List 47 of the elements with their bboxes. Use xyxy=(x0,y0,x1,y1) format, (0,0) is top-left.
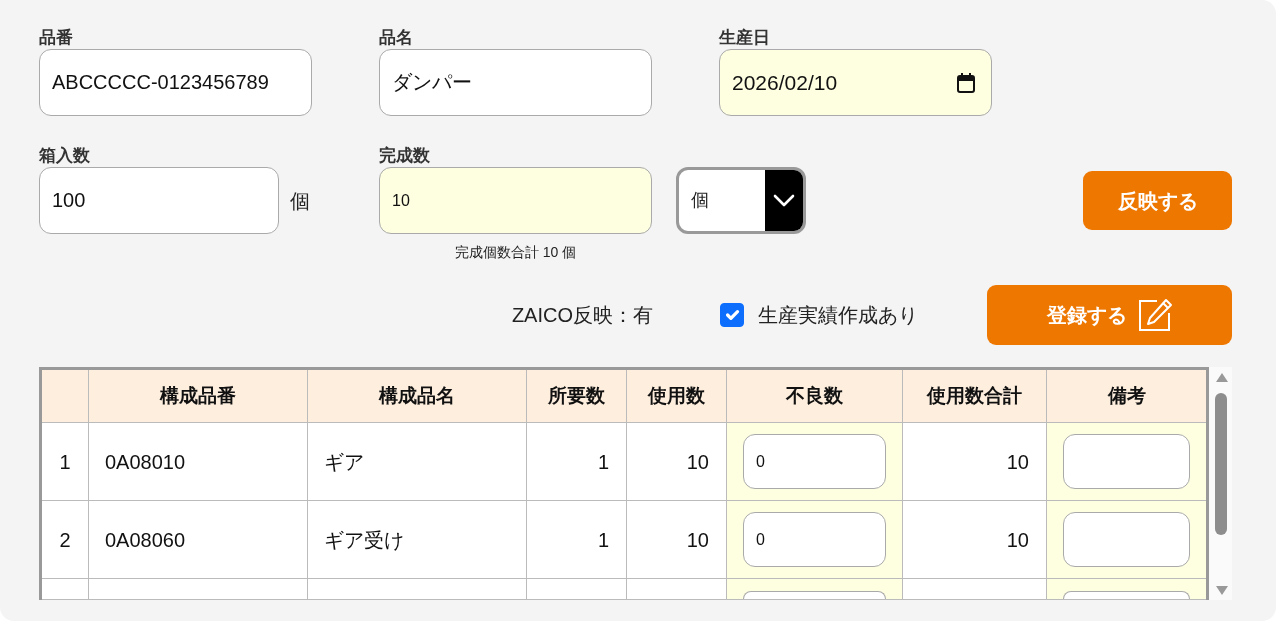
field-label: 品番 xyxy=(39,27,74,49)
input-field[interactable]: 10 xyxy=(379,167,652,234)
checkbox-label: 生産実績作成あり xyxy=(758,303,918,328)
scrollbar[interactable] xyxy=(1209,367,1232,600)
calendar-icon xyxy=(957,72,975,93)
scroll-down-icon xyxy=(1216,586,1228,595)
table-cell: 1 xyxy=(526,422,627,501)
field-label: 完成数 xyxy=(379,145,431,167)
column-header: 不良数 xyxy=(726,368,903,423)
input-field[interactable]: ABCCCCC-0123456789 xyxy=(39,49,312,116)
zaico-status: ZAICO反映：有 xyxy=(511,303,653,328)
table-cell: 10 xyxy=(902,422,1047,501)
unit-dropdown[interactable]: 個 xyxy=(676,167,806,234)
input-field[interactable] xyxy=(1063,512,1190,567)
input-field[interactable] xyxy=(1063,434,1190,489)
field-label: 箱入数 xyxy=(39,145,91,167)
field-label: 生産日 xyxy=(719,27,771,49)
column-header: 使用数合計 xyxy=(902,368,1047,423)
input-field[interactable]: 0 xyxy=(743,434,886,489)
table-cell: ギア xyxy=(307,422,527,501)
input-field[interactable]: 0 xyxy=(743,512,886,567)
checkbox[interactable] xyxy=(720,303,744,327)
row-number: 1 xyxy=(40,422,89,501)
date-field[interactable]: 2026/02/10 xyxy=(719,49,992,116)
column-header: 構成品名 xyxy=(307,368,527,423)
column-header: 構成品番 xyxy=(88,368,308,423)
scrollbar-thumb[interactable] xyxy=(1215,393,1227,535)
table-cell: 10 xyxy=(902,500,1047,579)
total-note: 完成個数合計 10 個 xyxy=(453,243,578,262)
table-cell: 0A08060 xyxy=(88,500,308,579)
table-cell: 0A08010 xyxy=(88,422,308,501)
input-field[interactable]: 100 xyxy=(39,167,279,234)
chevron-down-icon xyxy=(765,170,803,231)
input-field[interactable] xyxy=(743,591,886,599)
table-cell: 10 xyxy=(626,422,727,501)
table-cell: 1 xyxy=(526,500,627,579)
unit-label: 個 xyxy=(290,188,310,214)
table-cell: ギア受け xyxy=(307,500,527,579)
row-number: 2 xyxy=(40,500,89,579)
pencil-square-icon xyxy=(1136,297,1173,333)
field-label: 品名 xyxy=(379,27,414,49)
input-field[interactable]: ダンパー xyxy=(379,49,652,116)
input-field[interactable] xyxy=(1063,591,1190,599)
scroll-up-icon xyxy=(1216,373,1228,382)
column-header: 使用数 xyxy=(626,368,727,423)
table-cell: 10 xyxy=(626,500,727,579)
column-header: 所要数 xyxy=(526,368,627,423)
